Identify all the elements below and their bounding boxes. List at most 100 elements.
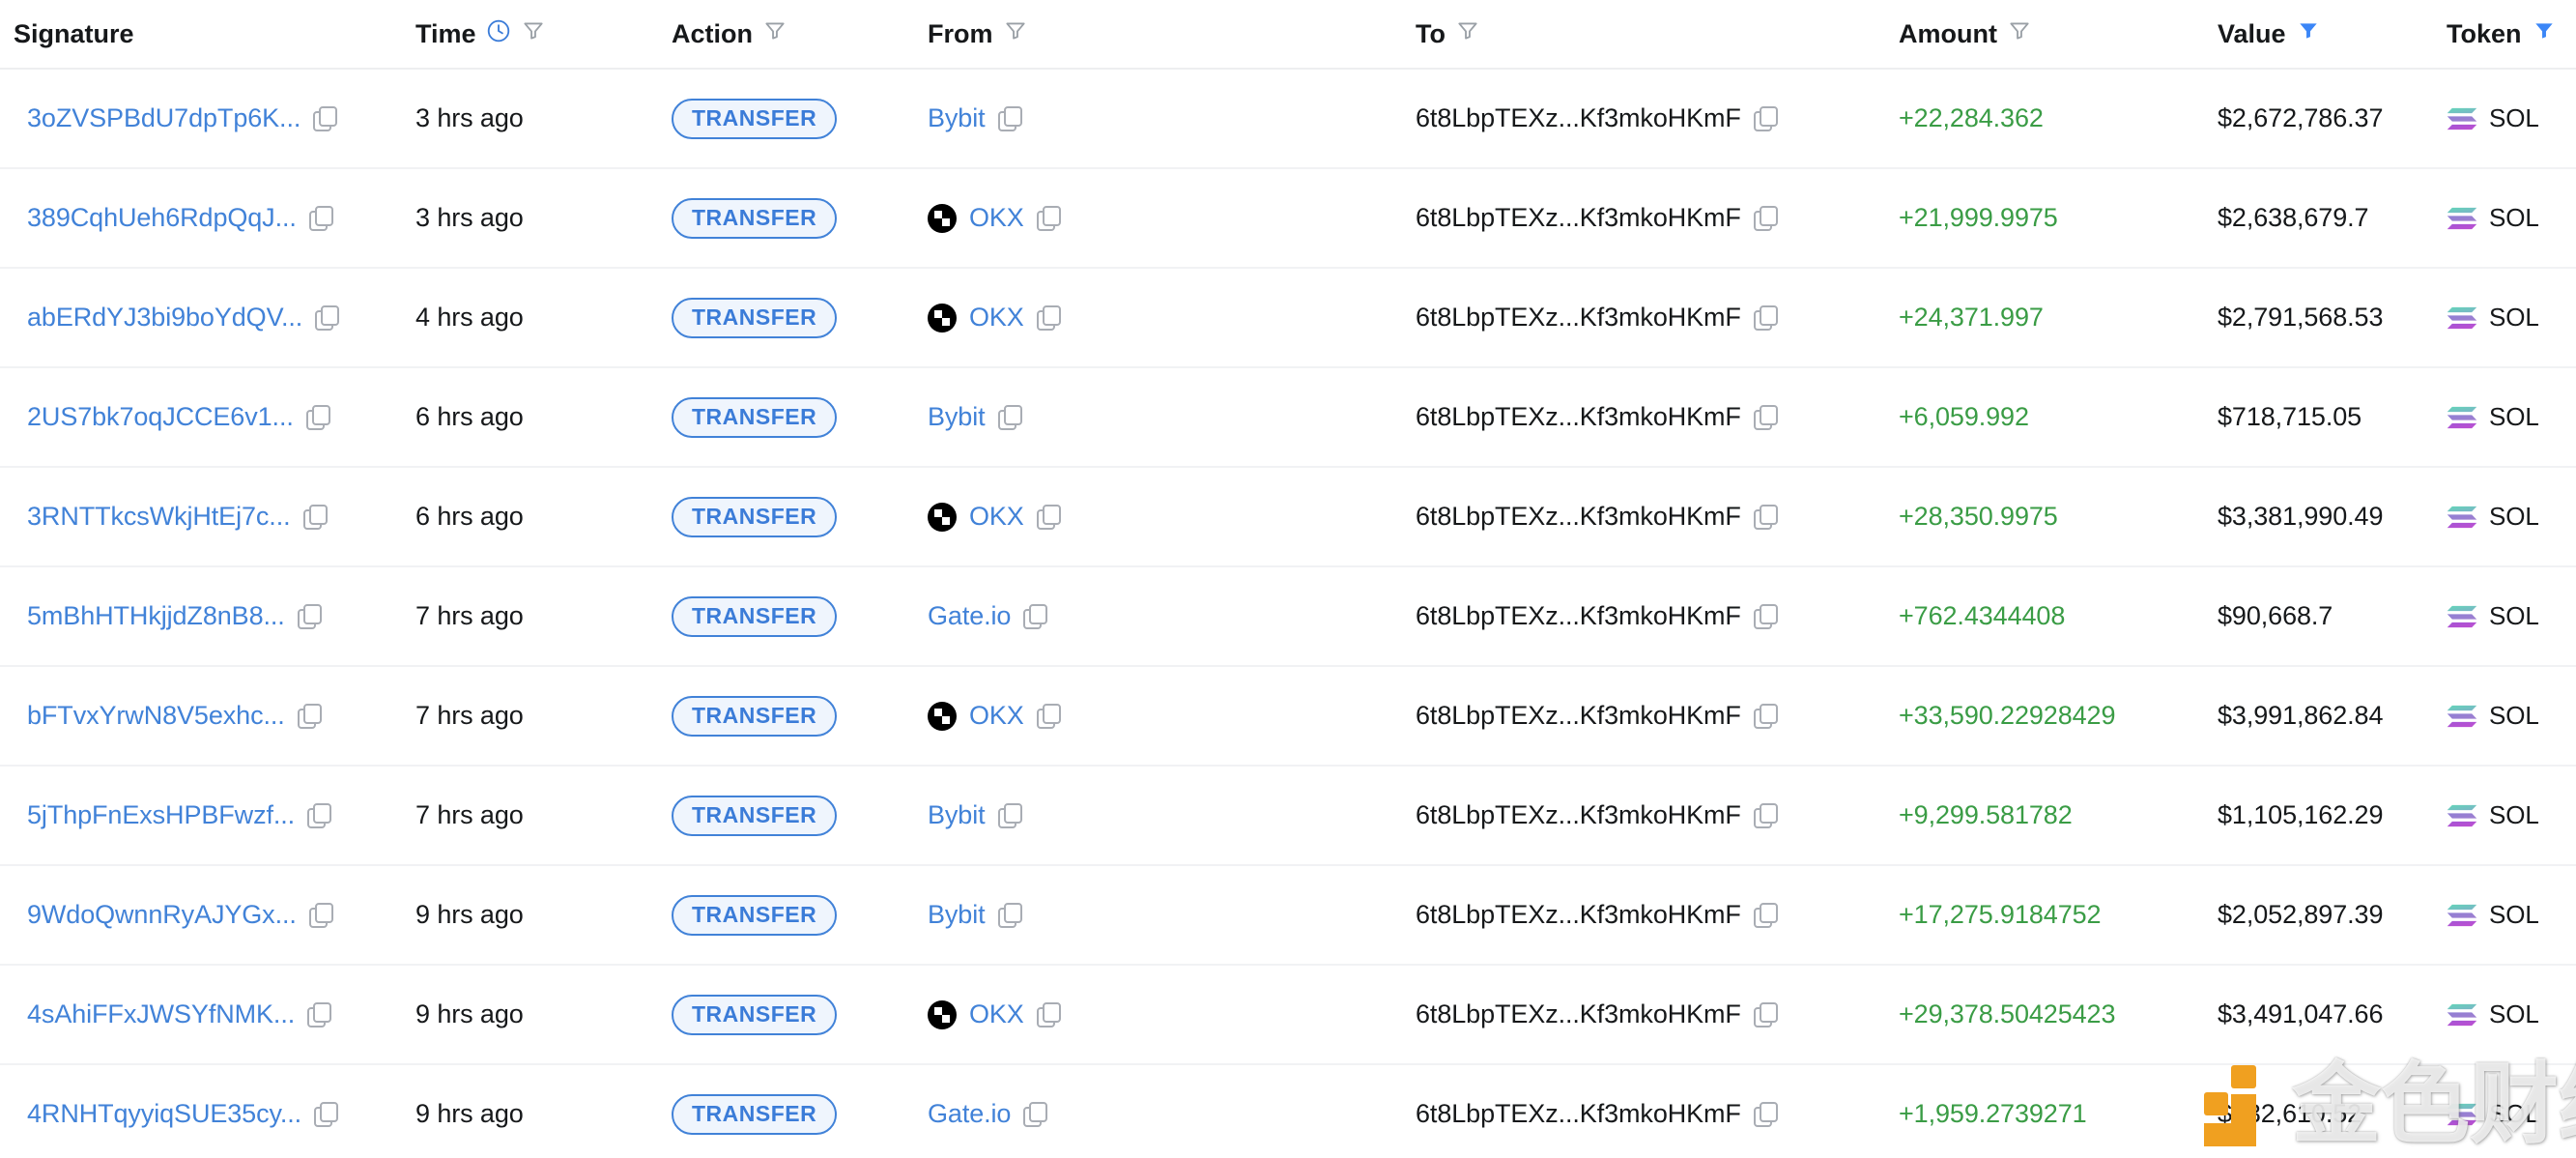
filter-icon-time[interactable] — [521, 18, 546, 50]
from-link[interactable]: OKX — [969, 303, 1024, 333]
from-link[interactable]: Bybit — [928, 800, 986, 830]
signature-link[interactable]: 5jThpFnExsHPBFwzf... — [27, 800, 295, 830]
copy-icon[interactable] — [307, 803, 332, 828]
action-badge[interactable]: TRANSFER — [672, 197, 838, 239]
copy-icon[interactable] — [1753, 106, 1778, 131]
from-link[interactable]: Gate.io — [928, 601, 1011, 631]
signature-link[interactable]: bFTvxYrwN8V5exhc... — [27, 701, 285, 731]
filter-icon-token-active[interactable] — [2532, 18, 2557, 50]
copy-icon[interactable] — [1753, 305, 1778, 331]
from-link[interactable]: Bybit — [928, 103, 986, 133]
copy-icon[interactable] — [997, 803, 1022, 828]
to-address[interactable]: 6t8LbpTEXz...Kf3mkoHKmF — [1416, 103, 1741, 133]
table-row[interactable]: 3oZVSPBdU7dpTp6K... 3 hrs ago TRANSFER Bybi… — [0, 69, 2576, 169]
copy-icon[interactable] — [1753, 803, 1778, 828]
signature-link[interactable]: 3oZVSPBdU7dpTp6K... — [27, 103, 301, 133]
action-badge[interactable]: TRANSFER — [672, 894, 838, 936]
column-header-from[interactable]: From — [928, 0, 1416, 70]
to-address[interactable]: 6t8LbpTEXz...Kf3mkoHKmF — [1416, 800, 1741, 830]
copy-icon[interactable] — [1753, 405, 1778, 430]
table-row[interactable]: 5jThpFnExsHPBFwzf... 7 hrs ago TRANSFER Byb… — [0, 766, 2576, 866]
action-badge[interactable]: TRANSFER — [672, 396, 838, 438]
table-row[interactable]: 5mBhHTHkjjdZ8nB8... 7 hrs ago TRANSFER Gate… — [0, 566, 2576, 667]
signature-link[interactable]: 389CqhUeh6RdpQqJ... — [27, 203, 297, 233]
from-link[interactable]: OKX — [969, 203, 1024, 233]
filter-icon-from[interactable] — [1003, 18, 1028, 50]
copy-icon[interactable] — [1036, 505, 1061, 530]
table-row[interactable]: abERdYJ3bi9boYdQV... 4 hrs ago TRANSFER OKX… — [0, 268, 2576, 368]
action-badge[interactable]: TRANSFER — [672, 795, 838, 836]
action-badge[interactable]: TRANSFER — [672, 695, 838, 737]
from-link[interactable]: Bybit — [928, 402, 986, 432]
copy-icon[interactable] — [1753, 1102, 1778, 1127]
copy-icon[interactable] — [308, 903, 333, 928]
to-address[interactable]: 6t8LbpTEXz...Kf3mkoHKmF — [1416, 203, 1741, 233]
copy-icon[interactable] — [315, 305, 340, 331]
table-row[interactable]: bFTvxYrwN8V5exhc... 7 hrs ago TRANSFER OKX 6… — [0, 666, 2576, 767]
action-badge[interactable]: TRANSFER — [672, 98, 838, 139]
filter-icon-amount[interactable] — [2007, 18, 2032, 50]
filter-icon-to[interactable] — [1455, 18, 1480, 50]
action-badge[interactable]: TRANSFER — [672, 496, 838, 537]
clock-icon[interactable] — [486, 18, 511, 50]
copy-icon[interactable] — [1753, 903, 1778, 928]
copy-icon[interactable] — [314, 1102, 339, 1127]
from-link[interactable]: Gate.io — [928, 1099, 1011, 1129]
column-header-time[interactable]: Time — [415, 0, 672, 70]
from-link[interactable]: OKX — [969, 701, 1024, 731]
to-address[interactable]: 6t8LbpTEXz...Kf3mkoHKmF — [1416, 999, 1741, 1029]
action-badge[interactable]: TRANSFER — [672, 1093, 838, 1135]
copy-icon[interactable] — [1023, 1102, 1048, 1127]
to-address[interactable]: 6t8LbpTEXz...Kf3mkoHKmF — [1416, 900, 1741, 930]
to-address[interactable]: 6t8LbpTEXz...Kf3mkoHKmF — [1416, 502, 1741, 532]
copy-icon[interactable] — [302, 505, 328, 530]
copy-icon[interactable] — [308, 206, 333, 231]
column-header-action[interactable]: Action — [672, 0, 928, 70]
copy-icon[interactable] — [313, 106, 338, 131]
signature-link[interactable]: abERdYJ3bi9boYdQV... — [27, 303, 302, 333]
to-address[interactable]: 6t8LbpTEXz...Kf3mkoHKmF — [1416, 701, 1741, 731]
copy-icon[interactable] — [307, 1002, 332, 1028]
column-header-value[interactable]: Value — [2218, 0, 2447, 70]
table-row[interactable]: 3RNTTkcsWkjHtEj7c... 6 hrs ago TRANSFER OKX… — [0, 467, 2576, 567]
copy-icon[interactable] — [1753, 604, 1778, 629]
copy-icon[interactable] — [1753, 505, 1778, 530]
to-address[interactable]: 6t8LbpTEXz...Kf3mkoHKmF — [1416, 1099, 1741, 1129]
copy-icon[interactable] — [1753, 1002, 1778, 1028]
to-address[interactable]: 6t8LbpTEXz...Kf3mkoHKmF — [1416, 303, 1741, 333]
copy-icon[interactable] — [997, 106, 1022, 131]
copy-icon[interactable] — [1036, 704, 1061, 729]
copy-icon[interactable] — [997, 405, 1022, 430]
copy-icon[interactable] — [1753, 206, 1778, 231]
action-badge[interactable]: TRANSFER — [672, 297, 838, 338]
column-header-to[interactable]: To — [1416, 0, 1899, 70]
table-row[interactable]: 4sAhiFFxJWSYfNMK... 9 hrs ago TRANSFER OKX 6… — [0, 965, 2576, 1065]
signature-link[interactable]: 4sAhiFFxJWSYfNMK... — [27, 999, 295, 1029]
to-address[interactable]: 6t8LbpTEXz...Kf3mkoHKmF — [1416, 402, 1741, 432]
signature-link[interactable]: 3RNTTkcsWkjHtEj7c... — [27, 502, 291, 532]
from-link[interactable]: Bybit — [928, 900, 986, 930]
copy-icon[interactable] — [297, 604, 322, 629]
table-row[interactable]: 4RNHTqyyiqSUE35cy... 9 hrs ago TRANSFER Gat… — [0, 1064, 2576, 1158]
to-address[interactable]: 6t8LbpTEXz...Kf3mkoHKmF — [1416, 601, 1741, 631]
signature-link[interactable]: 9WdoQwnnRyAJYGx... — [27, 900, 297, 930]
copy-icon[interactable] — [297, 704, 322, 729]
signature-link[interactable]: 5mBhHTHkjjdZ8nB8... — [27, 601, 285, 631]
copy-icon[interactable] — [1036, 206, 1061, 231]
copy-icon[interactable] — [1753, 704, 1778, 729]
copy-icon[interactable] — [1036, 1002, 1061, 1028]
from-link[interactable]: OKX — [969, 502, 1024, 532]
filter-icon-value-active[interactable] — [2296, 18, 2321, 50]
copy-icon[interactable] — [1023, 604, 1048, 629]
table-row[interactable]: 9WdoQwnnRyAJYGx... 9 hrs ago TRANSFER Bybit… — [0, 865, 2576, 966]
copy-icon[interactable] — [1036, 305, 1061, 331]
column-header-token[interactable]: Token — [2447, 0, 2576, 70]
action-badge[interactable]: TRANSFER — [672, 595, 838, 637]
from-link[interactable]: OKX — [969, 999, 1024, 1029]
copy-icon[interactable] — [997, 903, 1022, 928]
signature-link[interactable]: 2US7bk7oqJCCE6v1... — [27, 402, 294, 432]
column-header-amount[interactable]: Amount — [1899, 0, 2218, 70]
filter-icon-action[interactable] — [762, 18, 787, 50]
copy-icon[interactable] — [305, 405, 330, 430]
action-badge[interactable]: TRANSFER — [672, 994, 838, 1035]
